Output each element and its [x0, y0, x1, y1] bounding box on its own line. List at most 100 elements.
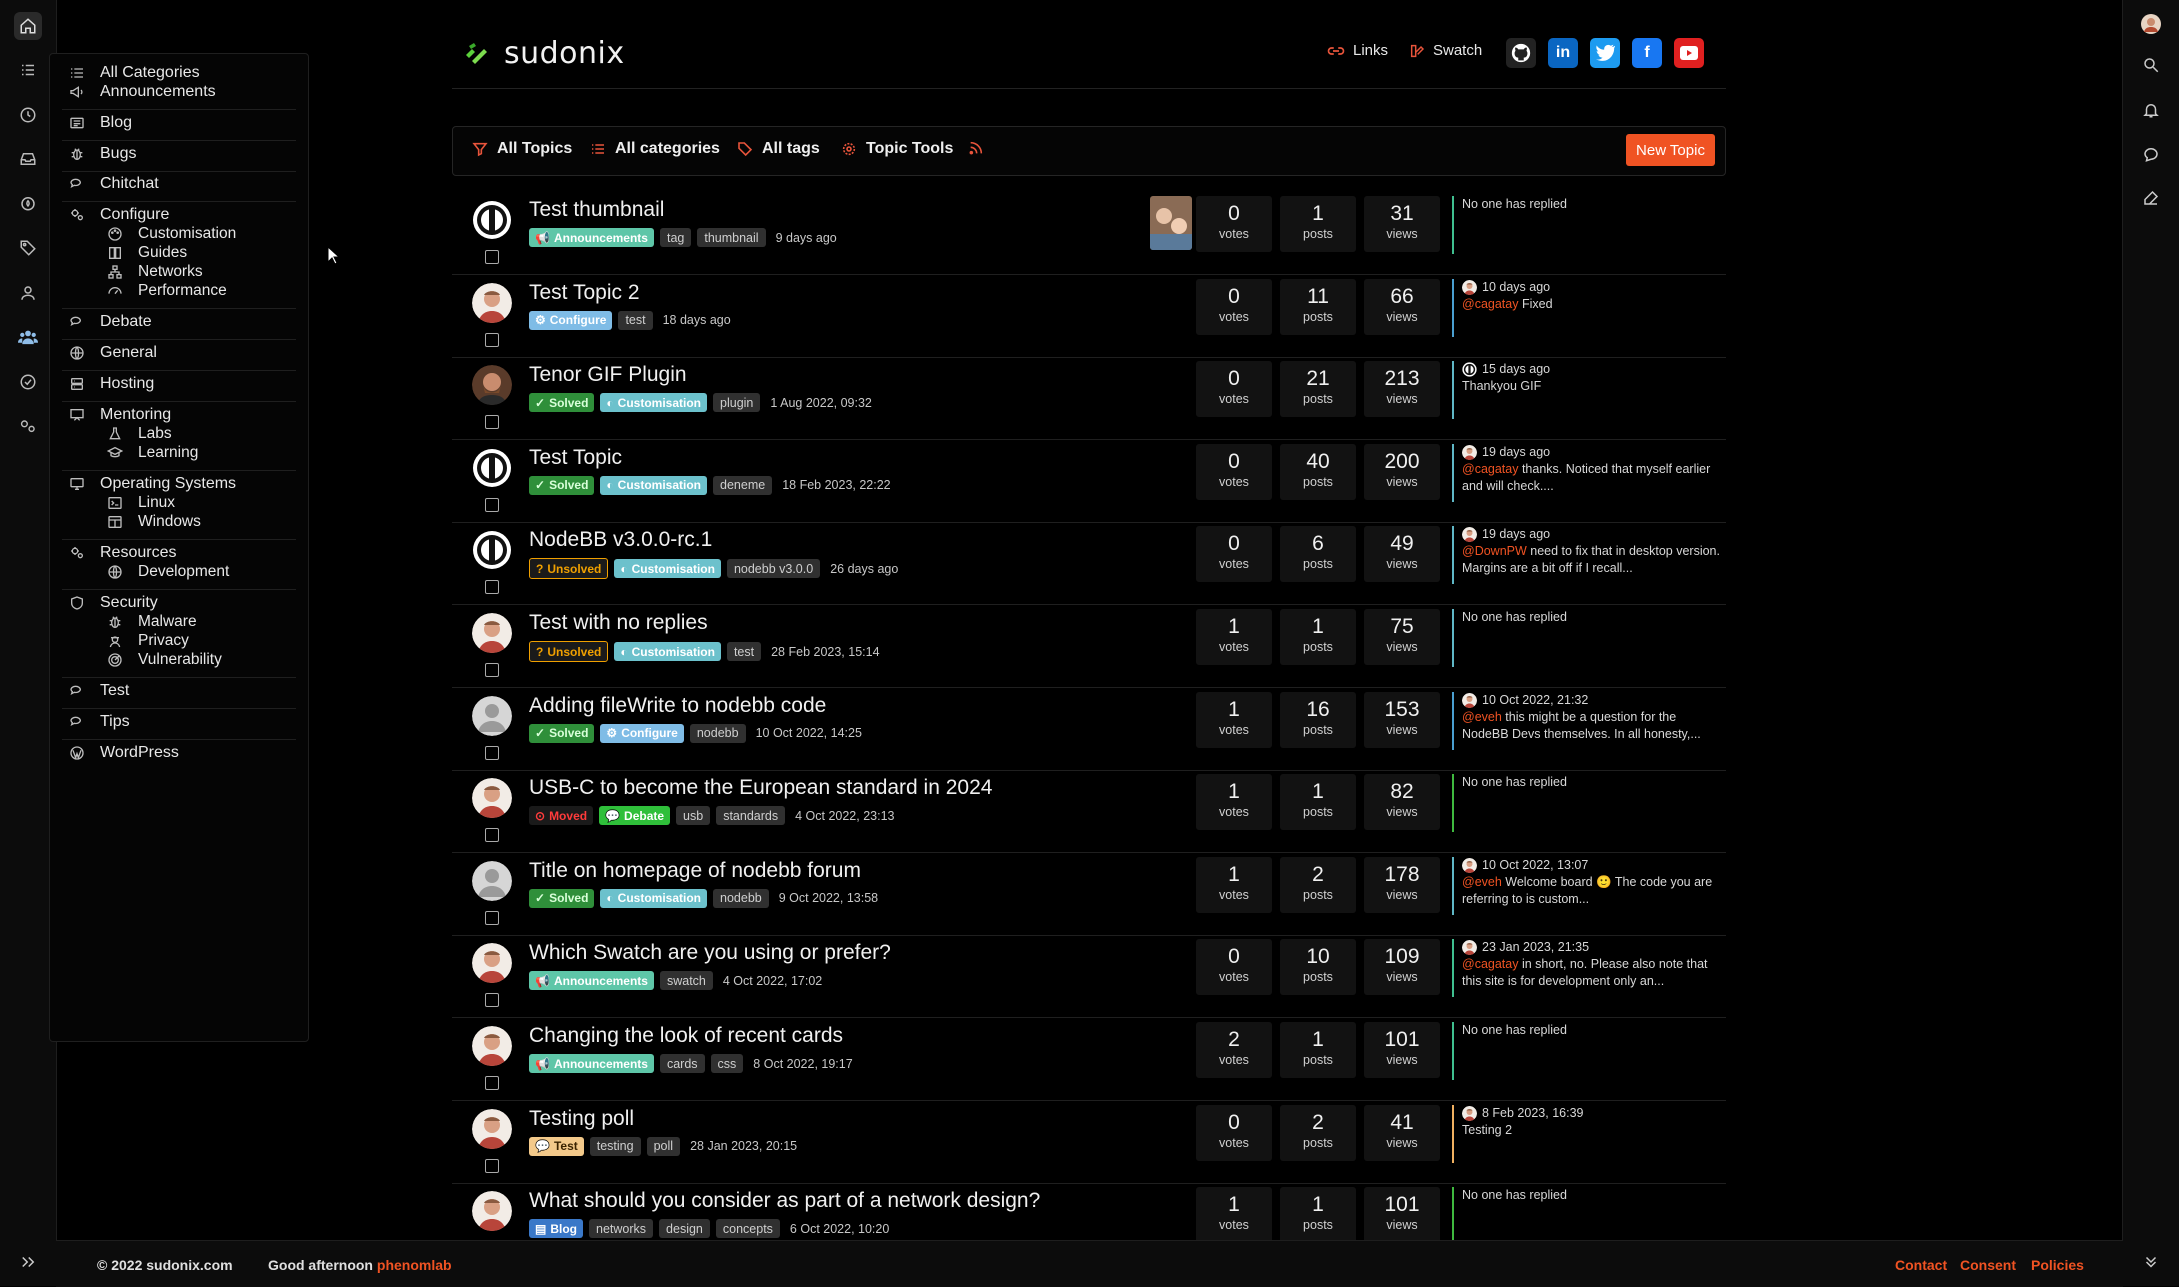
solved-badge[interactable]: ✓ Solved: [529, 475, 595, 495]
author-avatar[interactable]: [472, 282, 512, 323]
topic-title[interactable]: Adding fileWrite to nodebb code: [529, 694, 826, 718]
announce-badge[interactable]: 📢 Announcements: [529, 971, 654, 991]
custom-badge[interactable]: ◐ Customisation: [600, 393, 708, 413]
topic-row[interactable]: Adding fileWrite to nodebb code ✓ Solved ⚙ C…: [452, 688, 1726, 771]
category-item[interactable]: All Categories: [68, 64, 200, 82]
topic-row[interactable]: Title on homepage of nodebb forum ✓ Solved…: [452, 853, 1726, 936]
solved-badge[interactable]: ✓ Solved: [529, 888, 595, 908]
contact-link[interactable]: Contact: [1895, 1257, 1947, 1273]
category-item[interactable]: Announcements: [68, 83, 216, 101]
custom-badge[interactable]: ◐ Customisation: [600, 475, 708, 495]
rss-icon[interactable]: [968, 140, 984, 156]
topic-row[interactable]: Which Swatch are you using or prefer? 📢 An…: [452, 935, 1726, 1019]
cogs-icon[interactable]: [14, 412, 42, 440]
select-checkbox[interactable]: [485, 1076, 499, 1090]
topic-row[interactable]: Testing poll 💬 Test testing poll 28 Jan 2023,…: [452, 1101, 1726, 1184]
last-reply-teaser[interactable]: 10 days ago @cagatay Fixed: [1452, 278, 1720, 337]
topic-title[interactable]: What should you consider as part of a ne…: [529, 1189, 1040, 1213]
all-topics-dropdown[interactable]: All Topics: [472, 140, 572, 158]
youtube-icon[interactable]: [1674, 38, 1704, 68]
last-reply-teaser[interactable]: No one has replied: [1452, 196, 1720, 254]
topic-title[interactable]: NodeBB v3.0.0-rc.1: [529, 528, 712, 552]
category-item[interactable]: Guides: [106, 244, 187, 262]
unread-icon[interactable]: [14, 145, 42, 173]
select-checkbox[interactable]: [485, 497, 499, 512]
category-item[interactable]: Tips: [68, 713, 130, 731]
category-item[interactable]: Hosting: [68, 375, 154, 393]
check-circle-icon[interactable]: [14, 368, 42, 396]
category-item[interactable]: Privacy: [106, 632, 189, 650]
debate-badge[interactable]: 💬 Debate: [599, 806, 671, 826]
topic-title[interactable]: Title on homepage of nodebb forum: [529, 859, 861, 883]
select-checkbox[interactable]: [485, 580, 499, 595]
topic-row[interactable]: Test Topic ✓ Solved ◐ Customisation deneme 18 …: [452, 440, 1726, 523]
topic-title[interactable]: Test with no replies: [529, 611, 708, 635]
author-avatar[interactable]: [472, 695, 512, 736]
category-item[interactable]: Performance: [106, 282, 227, 300]
select-checkbox[interactable]: [485, 250, 499, 264]
category-item[interactable]: Bugs: [68, 145, 136, 163]
groups-icon[interactable]: [14, 323, 42, 351]
category-item[interactable]: General: [68, 344, 157, 362]
author-avatar[interactable]: [472, 1026, 512, 1066]
users-icon[interactable]: [14, 279, 42, 307]
teaser-avatar[interactable]: [1462, 940, 1477, 956]
teaser-mention[interactable]: @cagatay: [1462, 462, 1518, 476]
category-item[interactable]: Windows: [106, 513, 201, 531]
linkedin-icon[interactable]: in: [1548, 38, 1578, 68]
last-reply-teaser[interactable]: 8 Feb 2023, 16:39 Testing 2: [1452, 1104, 1720, 1163]
tag[interactable]: poll: [646, 1136, 681, 1156]
last-reply-teaser[interactable]: 19 days ago @cagatay thanks. Noticed that…: [1452, 443, 1720, 502]
last-reply-teaser[interactable]: No one has replied: [1452, 1187, 1720, 1246]
swatch-link[interactable]: Swatch: [1409, 42, 1482, 59]
tag[interactable]: usb: [676, 806, 711, 826]
tag[interactable]: standards: [716, 806, 786, 826]
teaser-avatar[interactable]: [1462, 362, 1477, 377]
teaser-mention[interactable]: @DownPW: [1462, 544, 1527, 558]
topic-title[interactable]: Tenor GIF Plugin: [529, 363, 687, 387]
select-checkbox[interactable]: [485, 332, 499, 347]
all-tags-dropdown[interactable]: All tags: [737, 140, 820, 158]
category-item[interactable]: Development: [106, 563, 229, 581]
user-avatar[interactable]: [2137, 10, 2165, 38]
select-checkbox[interactable]: [485, 828, 499, 843]
tag[interactable]: plugin: [713, 393, 761, 413]
policies-link[interactable]: Policies: [2031, 1257, 2084, 1273]
last-reply-teaser[interactable]: 15 days ago Thankyou GIF: [1452, 361, 1720, 420]
categories-icon[interactable]: [14, 56, 42, 84]
author-avatar[interactable]: [472, 613, 512, 653]
teaser-avatar[interactable]: [1462, 857, 1477, 873]
teaser-avatar[interactable]: [1462, 527, 1477, 543]
category-item[interactable]: Security: [68, 594, 158, 612]
author-avatar[interactable]: [472, 448, 512, 488]
topic-row[interactable]: Test thumbnail 📢 Announcements tag thumbnail…: [452, 192, 1726, 275]
twitter-icon[interactable]: [1590, 38, 1620, 68]
topic-thumbnail[interactable]: [1150, 196, 1192, 250]
category-item[interactable]: Debate: [68, 313, 152, 331]
topic-row[interactable]: Changing the look of recent cards 📢 Announ…: [452, 1018, 1726, 1101]
all-categories-dropdown[interactable]: All categories: [590, 140, 720, 158]
category-item[interactable]: Test: [68, 682, 129, 700]
select-checkbox[interactable]: [485, 663, 499, 677]
chevron-down-icon[interactable]: [2137, 1248, 2165, 1276]
search-icon[interactable]: [2137, 51, 2165, 79]
category-item[interactable]: Learning: [106, 444, 198, 462]
author-avatar[interactable]: [472, 365, 512, 406]
new-topic-button[interactable]: New Topic: [1626, 134, 1715, 166]
category-item[interactable]: Customisation: [106, 225, 236, 243]
custom-badge[interactable]: ◐ Customisation: [614, 642, 721, 661]
category-item[interactable]: Linux: [106, 494, 175, 512]
topic-title[interactable]: Test Topic: [529, 446, 622, 470]
test-badge[interactable]: 💬 Test: [529, 1136, 584, 1156]
tag[interactable]: cards: [659, 1054, 705, 1073]
topic-title[interactable]: USB-C to become the European standard in…: [529, 776, 992, 800]
tag[interactable]: test: [726, 642, 762, 661]
topic-title[interactable]: Test thumbnail: [529, 198, 664, 222]
select-checkbox[interactable]: [485, 415, 499, 430]
topic-title[interactable]: Test Topic 2: [529, 281, 640, 305]
brand-logo[interactable]: sudonix: [464, 36, 625, 71]
topic-row[interactable]: Tenor GIF Plugin ✓ Solved ◐ Customisation plu…: [452, 357, 1726, 441]
tag[interactable]: nodebb: [689, 723, 746, 743]
topic-row[interactable]: USB-C to become the European standard in…: [452, 770, 1726, 854]
select-checkbox[interactable]: [485, 1158, 499, 1173]
